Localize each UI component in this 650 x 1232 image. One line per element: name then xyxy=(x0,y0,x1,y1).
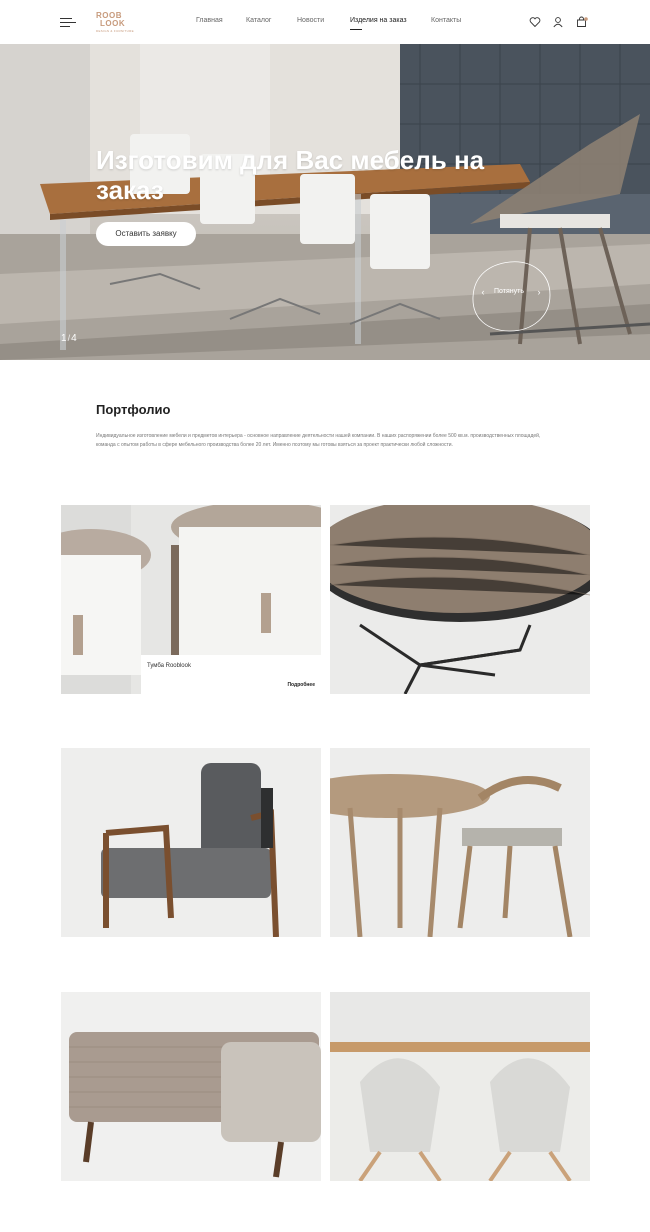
portfolio-description: Индивидуальное изготовление мебели и пре… xyxy=(96,433,541,448)
drag-label: Потянуть xyxy=(494,288,524,295)
drag-control[interactable]: ‹ Потянуть › xyxy=(470,259,552,333)
card-image xyxy=(330,992,590,1181)
portfolio-card[interactable] xyxy=(61,992,321,1181)
nav-item-custom[interactable]: Изделия на заказ xyxy=(350,17,407,30)
card-caption: Тумба Rooblook Подробнее xyxy=(141,655,321,694)
nav-item-news[interactable]: Новости xyxy=(297,17,324,24)
portfolio-card[interactable] xyxy=(330,748,590,937)
portfolio-card[interactable] xyxy=(61,748,321,937)
card-image xyxy=(61,748,321,937)
card-image xyxy=(330,748,590,937)
more-link[interactable]: Подробнее xyxy=(287,682,315,688)
card-image xyxy=(61,992,321,1181)
heart-icon[interactable] xyxy=(529,16,541,28)
slide-counter: 1/4 xyxy=(61,333,77,344)
card-title: Тумба Rooblook xyxy=(147,663,191,669)
cart-icon[interactable] xyxy=(576,16,588,28)
portfolio-card[interactable] xyxy=(330,992,590,1181)
submit-request-button[interactable]: Оставить заявку xyxy=(96,222,196,246)
nav-item-contacts[interactable]: Контакты xyxy=(431,17,461,24)
portfolio-card[interactable] xyxy=(330,505,590,694)
slide-total: 4 xyxy=(71,333,77,344)
hero-title: Изготовим для Вас мебель на заказ xyxy=(96,145,485,205)
user-icon[interactable] xyxy=(552,16,564,28)
logo-tagline: DESIGN & FURNITURE xyxy=(96,29,134,33)
nav-item-home[interactable]: Главная xyxy=(196,17,223,24)
site-header: ROOB LOOK DESIGN & FURNITURE Главная Кат… xyxy=(0,0,650,44)
slide-current: 1 xyxy=(61,333,67,344)
slider-next-arrow[interactable]: › xyxy=(534,286,544,298)
slide-separator: / xyxy=(67,333,71,343)
card-image xyxy=(330,505,590,694)
hero-slider: Изготовим для Вас мебель на заказ Остави… xyxy=(0,44,650,360)
portfolio-card[interactable]: Тумба Rooblook Подробнее xyxy=(61,505,321,694)
portfolio-title: Портфолио xyxy=(96,402,171,417)
nav-item-catalog[interactable]: Каталог xyxy=(246,17,271,24)
slider-prev-arrow[interactable]: ‹ xyxy=(478,286,488,298)
